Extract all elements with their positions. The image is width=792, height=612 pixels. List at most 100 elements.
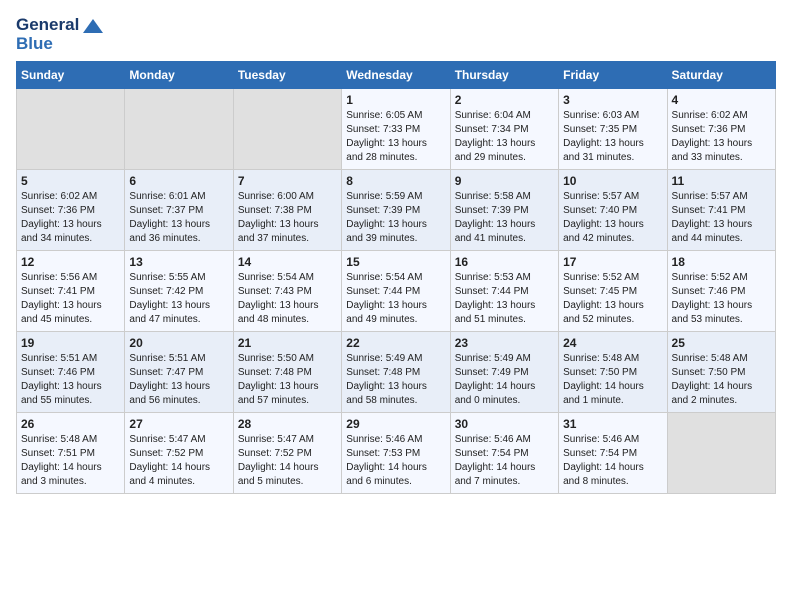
day-number: 6 — [129, 174, 228, 188]
calendar-cell: 25Sunrise: 5:48 AM Sunset: 7:50 PM Dayli… — [667, 332, 775, 413]
day-number: 3 — [563, 93, 662, 107]
calendar-table: SundayMondayTuesdayWednesdayThursdayFrid… — [16, 61, 776, 494]
calendar-cell: 26 Sunrise: 5:48 AM Sunset: 7:51 PM Dayli… — [17, 413, 125, 494]
calendar-cell: 13 Sunrise: 5:55 AM Sunset: 7:42 PM Dayli… — [125, 251, 233, 332]
calendar-day-header: Wednesday — [342, 62, 450, 89]
calendar-cell — [125, 89, 233, 170]
day-number: 18 — [672, 255, 771, 269]
day-number: 4 — [672, 93, 771, 107]
logo: General Blue — [16, 16, 103, 53]
cell-content: Sunrise: 5:55 AM Sunset: 7:42 PM Dayligh… — [129, 271, 228, 327]
calendar-cell: 3 Sunrise: 6:03 AM Sunset: 7:35 PM Daylig… — [559, 89, 667, 170]
calendar-week-row: 1 Sunrise: 6:05 AM Sunset: 7:33 PM Daylig… — [17, 89, 776, 170]
calendar-cell: 16 Sunrise: 5:53 AM Sunset: 7:44 PM Dayli… — [450, 251, 558, 332]
day-number: 24 — [563, 336, 662, 350]
day-number: 16 — [455, 255, 554, 269]
calendar-cell: 30 Sunrise: 5:46 AM Sunset: 7:54 PM Dayli… — [450, 413, 558, 494]
calendar-cell: 15Sunrise: 5:54 AM Sunset: 7:44 PM Dayli… — [342, 251, 450, 332]
calendar-cell: 14 Sunrise: 5:54 AM Sunset: 7:43 PM Dayli… — [233, 251, 341, 332]
calendar-cell: 28 Sunrise: 5:47 AM Sunset: 7:52 PM Dayli… — [233, 413, 341, 494]
day-number: 13 — [129, 255, 228, 269]
day-number: 30 — [455, 417, 554, 431]
calendar-day-header: Friday — [559, 62, 667, 89]
cell-content: Sunrise: 5:50 AM Sunset: 7:48 PM Dayligh… — [238, 352, 337, 408]
calendar-cell: 18Sunrise: 5:52 AM Sunset: 7:46 PM Dayli… — [667, 251, 775, 332]
calendar-cell: 5Sunrise: 6:02 AM Sunset: 7:36 PM Daylig… — [17, 170, 125, 251]
cell-content: Sunrise: 5:47 AM Sunset: 7:52 PM Dayligh… — [238, 433, 337, 489]
cell-content: Sunrise: 5:57 AM Sunset: 7:40 PM Dayligh… — [563, 190, 662, 246]
day-number: 15 — [346, 255, 445, 269]
calendar-day-header: Sunday — [17, 62, 125, 89]
day-number: 2 — [455, 93, 554, 107]
day-number: 12 — [21, 255, 120, 269]
calendar-cell: 24 Sunrise: 5:48 AM Sunset: 7:50 PM Dayli… — [559, 332, 667, 413]
cell-content: Sunrise: 5:53 AM Sunset: 7:44 PM Dayligh… — [455, 271, 554, 327]
calendar-week-row: 26 Sunrise: 5:48 AM Sunset: 7:51 PM Dayli… — [17, 413, 776, 494]
cell-content: Sunrise: 5:58 AM Sunset: 7:39 PM Dayligh… — [455, 190, 554, 246]
day-number: 14 — [238, 255, 337, 269]
day-number: 27 — [129, 417, 228, 431]
calendar-cell: 2 Sunrise: 6:04 AM Sunset: 7:34 PM Daylig… — [450, 89, 558, 170]
cell-content: Sunrise: 6:04 AM Sunset: 7:34 PM Dayligh… — [455, 109, 554, 165]
cell-content: Sunrise: 5:49 AM Sunset: 7:48 PM Dayligh… — [346, 352, 445, 408]
calendar-cell: 23 Sunrise: 5:49 AM Sunset: 7:49 PM Dayli… — [450, 332, 558, 413]
cell-content: Sunrise: 6:02 AM Sunset: 7:36 PM Dayligh… — [672, 109, 771, 165]
cell-content: Sunrise: 6:05 AM Sunset: 7:33 PM Dayligh… — [346, 109, 445, 165]
cell-content: Sunrise: 5:46 AM Sunset: 7:54 PM Dayligh… — [563, 433, 662, 489]
calendar-cell: 21 Sunrise: 5:50 AM Sunset: 7:48 PM Dayli… — [233, 332, 341, 413]
day-number: 7 — [238, 174, 337, 188]
day-number: 22 — [346, 336, 445, 350]
cell-content: Sunrise: 5:52 AM Sunset: 7:45 PM Dayligh… — [563, 271, 662, 327]
cell-content: Sunrise: 5:48 AM Sunset: 7:50 PM Dayligh… — [672, 352, 771, 408]
calendar-header-row: SundayMondayTuesdayWednesdayThursdayFrid… — [17, 62, 776, 89]
calendar-cell: 17 Sunrise: 5:52 AM Sunset: 7:45 PM Dayli… — [559, 251, 667, 332]
calendar-cell: 20Sunrise: 5:51 AM Sunset: 7:47 PM Dayli… — [125, 332, 233, 413]
cell-content: Sunrise: 5:59 AM Sunset: 7:39 PM Dayligh… — [346, 190, 445, 246]
calendar-week-row: 12 Sunrise: 5:56 AM Sunset: 7:41 PM Dayli… — [17, 251, 776, 332]
day-number: 17 — [563, 255, 662, 269]
calendar-week-row: 5Sunrise: 6:02 AM Sunset: 7:36 PM Daylig… — [17, 170, 776, 251]
calendar-cell: 9 Sunrise: 5:58 AM Sunset: 7:39 PM Daylig… — [450, 170, 558, 251]
cell-content: Sunrise: 6:03 AM Sunset: 7:35 PM Dayligh… — [563, 109, 662, 165]
day-number: 19 — [21, 336, 120, 350]
calendar-day-header: Monday — [125, 62, 233, 89]
calendar-cell: 12 Sunrise: 5:56 AM Sunset: 7:41 PM Dayli… — [17, 251, 125, 332]
calendar-day-header: Tuesday — [233, 62, 341, 89]
cell-content: Sunrise: 6:01 AM Sunset: 7:37 PM Dayligh… — [129, 190, 228, 246]
calendar-cell: 10 Sunrise: 5:57 AM Sunset: 7:40 PM Dayli… — [559, 170, 667, 251]
calendar-cell — [17, 89, 125, 170]
day-number: 8 — [346, 174, 445, 188]
cell-content: Sunrise: 5:46 AM Sunset: 7:53 PM Dayligh… — [346, 433, 445, 489]
calendar-cell: 27Sunrise: 5:47 AM Sunset: 7:52 PM Dayli… — [125, 413, 233, 494]
cell-content: Sunrise: 5:51 AM Sunset: 7:47 PM Dayligh… — [129, 352, 228, 408]
cell-content: Sunrise: 5:54 AM Sunset: 7:43 PM Dayligh… — [238, 271, 337, 327]
day-number: 23 — [455, 336, 554, 350]
day-number: 1 — [346, 93, 445, 107]
calendar-cell: 7 Sunrise: 6:00 AM Sunset: 7:38 PM Daylig… — [233, 170, 341, 251]
day-number: 21 — [238, 336, 337, 350]
day-number: 31 — [563, 417, 662, 431]
day-number: 10 — [563, 174, 662, 188]
calendar-cell: 1 Sunrise: 6:05 AM Sunset: 7:33 PM Daylig… — [342, 89, 450, 170]
calendar-week-row: 19 Sunrise: 5:51 AM Sunset: 7:46 PM Dayli… — [17, 332, 776, 413]
cell-content: Sunrise: 5:46 AM Sunset: 7:54 PM Dayligh… — [455, 433, 554, 489]
calendar-cell: 29Sunrise: 5:46 AM Sunset: 7:53 PM Dayli… — [342, 413, 450, 494]
calendar-cell: 19 Sunrise: 5:51 AM Sunset: 7:46 PM Dayli… — [17, 332, 125, 413]
cell-content: Sunrise: 5:48 AM Sunset: 7:51 PM Dayligh… — [21, 433, 120, 489]
cell-content: Sunrise: 6:00 AM Sunset: 7:38 PM Dayligh… — [238, 190, 337, 246]
cell-content: Sunrise: 5:51 AM Sunset: 7:46 PM Dayligh… — [21, 352, 120, 408]
calendar-cell: 4 Sunrise: 6:02 AM Sunset: 7:36 PM Daylig… — [667, 89, 775, 170]
calendar-cell: 31 Sunrise: 5:46 AM Sunset: 7:54 PM Dayli… — [559, 413, 667, 494]
day-number: 5 — [21, 174, 120, 188]
cell-content: Sunrise: 5:57 AM Sunset: 7:41 PM Dayligh… — [672, 190, 771, 246]
cell-content: Sunrise: 5:48 AM Sunset: 7:50 PM Dayligh… — [563, 352, 662, 408]
day-number: 26 — [21, 417, 120, 431]
day-number: 28 — [238, 417, 337, 431]
calendar-cell: 6 Sunrise: 6:01 AM Sunset: 7:37 PM Daylig… — [125, 170, 233, 251]
day-number: 9 — [455, 174, 554, 188]
calendar-day-header: Saturday — [667, 62, 775, 89]
calendar-cell: 11Sunrise: 5:57 AM Sunset: 7:41 PM Dayli… — [667, 170, 775, 251]
cell-content: Sunrise: 5:49 AM Sunset: 7:49 PM Dayligh… — [455, 352, 554, 408]
cell-content: Sunrise: 5:56 AM Sunset: 7:41 PM Dayligh… — [21, 271, 120, 327]
calendar-cell: 8 Sunrise: 5:59 AM Sunset: 7:39 PM Daylig… — [342, 170, 450, 251]
